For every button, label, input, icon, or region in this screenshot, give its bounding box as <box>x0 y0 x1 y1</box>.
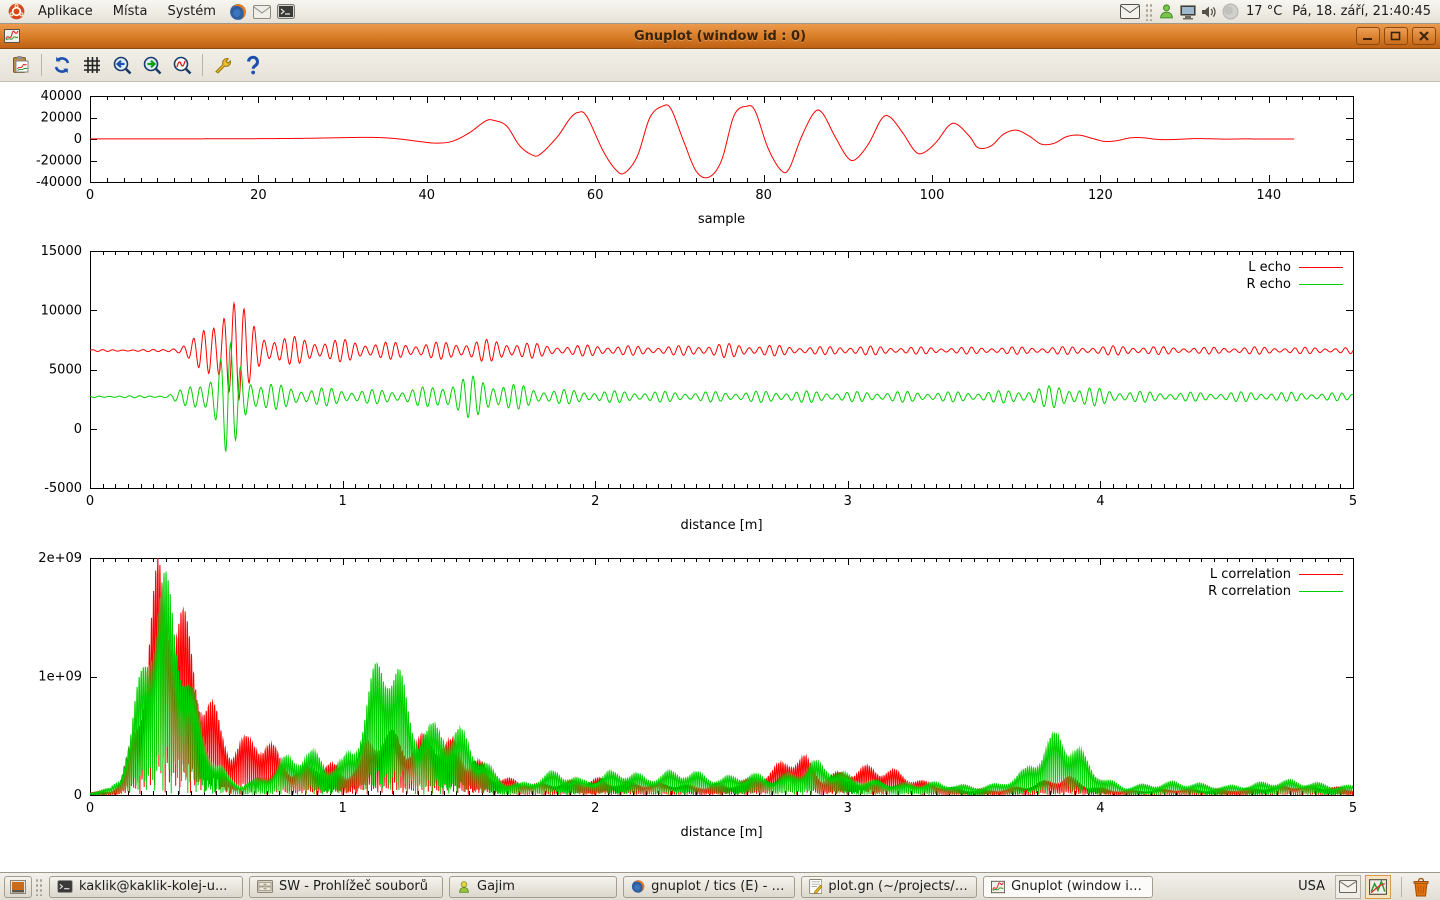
show-desktop-button[interactable] <box>4 876 32 898</box>
taskbar-item-gajim[interactable]: Gajim <box>449 876 617 898</box>
taskbar-item-label: kaklik@kaklik-kolej-u... <box>79 879 227 894</box>
ubuntu-logo-icon[interactable] <box>5 1 27 23</box>
menu-places[interactable]: Místa <box>103 2 158 21</box>
taskbar-item-terminal[interactable]: kaklik@kaklik-kolej-u... <box>49 876 243 898</box>
taskbar-item-label: Gnuplot (window id : 0) <box>1011 879 1145 894</box>
clock-label[interactable]: Pá, 18. září, 21:40:45 <box>1292 4 1431 19</box>
window-title: Gnuplot (window id : 0) <box>0 29 1440 44</box>
temperature-label[interactable]: 17 °C <box>1246 4 1282 19</box>
taskbar-item-label: gnuplot / tics (E) - M... <box>651 879 787 894</box>
gnuplot-canvas-area <box>0 82 1440 872</box>
taskbar-separator <box>1401 877 1402 897</box>
toolbar-separator <box>202 54 203 76</box>
notification-area-grip[interactable] <box>1145 3 1153 21</box>
next-zoom-button[interactable] <box>137 51 167 79</box>
taskbar-item-firefox[interactable]: gnuplot / tics (E) - M... <box>623 876 795 898</box>
gnome-bottom-panel: kaklik@kaklik-kolej-u... SW - Prohlížeč … <box>0 872 1440 900</box>
tray-gnuplot-icon[interactable] <box>1365 875 1391 899</box>
window-titlebar: Gnuplot (window id : 0) <box>0 24 1440 49</box>
mail-notification-icon[interactable] <box>1120 4 1140 19</box>
toggle-grid-button[interactable] <box>77 51 107 79</box>
close-button[interactable] <box>1412 27 1436 45</box>
gnome-top-panel: Aplikace Místa Systém 17 °C Pá, 18. září… <box>0 0 1440 24</box>
help-button[interactable] <box>238 51 268 79</box>
configure-button[interactable] <box>208 51 238 79</box>
maximize-button[interactable] <box>1384 27 1408 45</box>
taskbar-item-file-browser[interactable]: SW - Prohlížeč souborů <box>249 876 443 898</box>
volume-icon[interactable] <box>1201 4 1218 20</box>
user-switcher-icon[interactable] <box>1158 3 1175 20</box>
menu-applications[interactable]: Aplikace <box>28 2 103 21</box>
window-list-grip <box>35 878 43 896</box>
display-settings-icon[interactable] <box>1179 4 1197 20</box>
taskbar-item-label: Gajim <box>477 879 515 894</box>
window-controls <box>1352 27 1436 45</box>
terminal-launcher-icon[interactable] <box>275 1 297 23</box>
tray-mail-icon[interactable] <box>1335 875 1361 899</box>
trash-icon[interactable] <box>1410 876 1432 898</box>
autoscale-button[interactable] <box>167 51 197 79</box>
firefox-launcher-icon[interactable] <box>227 1 249 23</box>
minimize-button[interactable] <box>1356 27 1380 45</box>
copy-to-clipboard-button[interactable] <box>6 51 36 79</box>
taskbar-item-label: plot.gn (~/projects/p... <box>828 879 969 894</box>
menu-system[interactable]: Systém <box>157 2 225 21</box>
replot-button[interactable] <box>47 51 77 79</box>
weather-moon-icon[interactable] <box>1222 3 1239 20</box>
previous-zoom-button[interactable] <box>107 51 137 79</box>
toolbar-separator <box>41 54 42 76</box>
mail-launcher-icon[interactable] <box>251 1 273 23</box>
gnuplot-plot-area[interactable] <box>0 82 1440 872</box>
taskbar-item-gnuplot[interactable]: Gnuplot (window id : 0) <box>983 876 1153 898</box>
taskbar-item-label: SW - Prohlížeč souborů <box>279 879 428 894</box>
gnuplot-toolbar <box>0 49 1440 82</box>
keyboard-layout-indicator[interactable]: USA <box>1298 879 1325 894</box>
taskbar-item-text-editor[interactable]: plot.gn (~/projects/p... <box>801 876 977 898</box>
window-icon <box>4 29 20 43</box>
